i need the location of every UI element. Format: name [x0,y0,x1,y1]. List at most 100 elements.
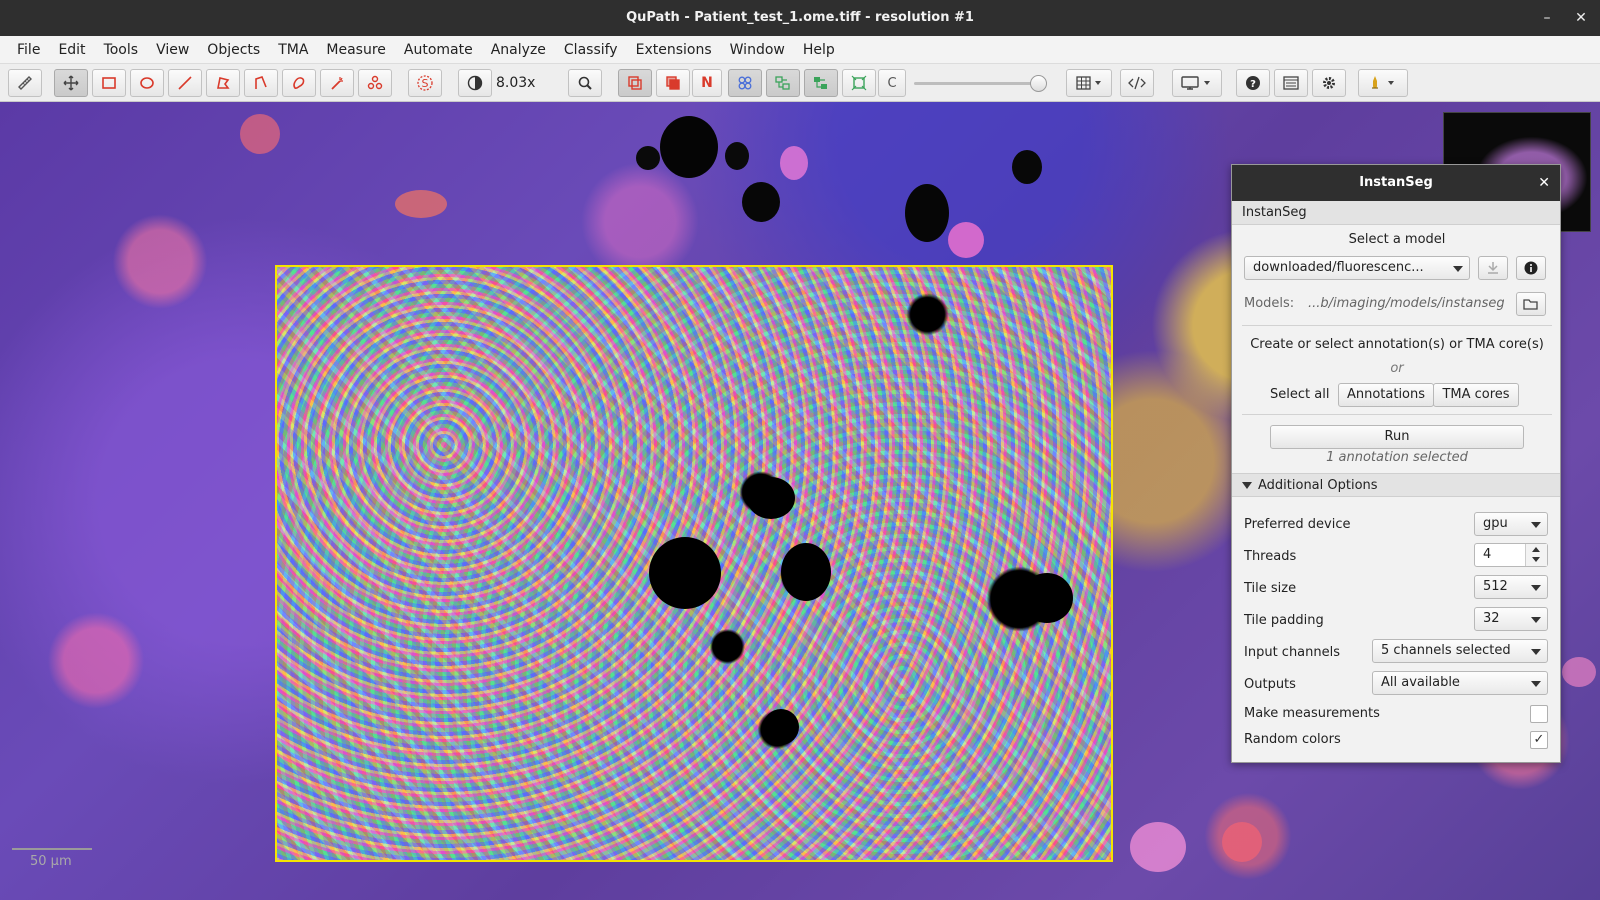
select-annotations-button[interactable]: Annotations [1338,383,1434,407]
threads-label: Threads [1244,549,1297,564]
browse-models-button[interactable] [1516,292,1546,316]
folder-icon [1523,299,1538,310]
menu-objects[interactable]: Objects [198,36,269,64]
chevron-down-icon [1242,482,1252,489]
tissue-hole [905,184,949,242]
menu-extensions[interactable]: Extensions [627,36,721,64]
tissue-spot [1562,657,1596,687]
wand-icon[interactable] [320,69,354,97]
run-button[interactable]: Run [1270,425,1524,449]
show-pixel-classification-icon[interactable] [842,69,876,97]
brush-icon[interactable] [282,69,316,97]
log-icon[interactable] [1274,69,1308,97]
close-icon[interactable]: ✕ [1538,165,1550,201]
menu-window[interactable]: Window [721,36,794,64]
window-title: QuPath - Patient_test_1.ome.tiff - resol… [626,10,974,25]
show-cell-boundaries-icon[interactable]: C [878,69,906,97]
tissue-hole [660,116,718,178]
tile-padding-label: Tile padding [1244,613,1324,628]
menu-tma[interactable]: TMA [269,36,317,64]
tissue-hole [742,182,780,222]
make-measurements-checkbox[interactable] [1530,705,1548,723]
select-model-label: Select a model [1348,232,1446,247]
models-dir-path: ...b/imaging/models/instanseg [1308,296,1504,311]
dialog-titlebar: InstanSeg ✕ [1232,165,1560,201]
threads-spinner[interactable]: 4 [1474,543,1548,567]
additional-options-header[interactable]: Additional Options [1232,473,1560,497]
menu-file[interactable]: File [8,36,49,64]
menu-edit[interactable]: Edit [49,36,94,64]
show-detections-icon[interactable] [766,69,800,97]
tissue-hole [636,146,660,170]
fill-detections-icon[interactable] [804,69,838,97]
make-measurements-label: Make measurements [1244,706,1380,721]
chevron-down-icon [1531,617,1541,623]
chevron-down-icon [1531,585,1541,591]
random-colors-label: Random colors [1244,732,1341,747]
increment-icon[interactable] [1532,547,1540,552]
tissue-spot [1222,822,1262,862]
decrement-icon[interactable] [1532,557,1540,562]
points-icon[interactable] [358,69,392,97]
ruler-icon[interactable] [8,69,42,97]
rectangle-icon[interactable] [92,69,126,97]
show-annotations-icon[interactable] [618,69,652,97]
menu-view[interactable]: View [147,36,198,64]
fill-annotations-icon[interactable] [656,69,690,97]
annotation-roi[interactable] [275,265,1113,862]
menu-classify[interactable]: Classify [555,36,627,64]
instanseg-section-header[interactable]: InstanSeg [1232,201,1560,225]
model-select[interactable]: downloaded/fluorescenc... [1244,256,1470,280]
tissue-spot [1130,822,1186,872]
outputs-value: All available [1381,675,1460,690]
zoom-level: 8.03x [496,75,536,91]
opacity-slider[interactable] [914,82,1044,85]
input-channels-select[interactable]: 5 channels selected [1372,639,1548,663]
create-select-text: Create or select annotation(s) or TMA co… [1250,337,1544,352]
close-icon[interactable]: ✕ [1566,0,1596,36]
scale-bar-label: 50 µm [30,854,72,869]
model-info-button[interactable] [1516,256,1546,280]
minimize-icon[interactable]: – [1532,0,1562,36]
chevron-down-icon [1453,266,1463,272]
polygon-icon[interactable] [206,69,240,97]
show-tma-grid-icon[interactable] [728,69,762,97]
select-tma-cores-button[interactable]: TMA cores [1433,383,1519,407]
tissue-spot [780,146,808,180]
spinner-buttons[interactable] [1525,544,1547,566]
line-icon[interactable] [168,69,202,97]
tile-size-select[interactable]: 512 [1474,575,1548,599]
outputs-select[interactable]: All available [1372,671,1548,695]
tile-size-label: Tile size [1244,581,1297,596]
menu-analyze[interactable]: Analyze [482,36,555,64]
threads-value: 4 [1483,547,1492,562]
selection-mode-icon[interactable]: S [408,69,442,97]
opacity-slider-knob[interactable] [1030,75,1047,92]
script-editor-icon[interactable] [1120,69,1154,97]
models-dir-label: Models: [1244,296,1295,311]
help-icon[interactable]: ? [1236,69,1270,97]
zoom-to-fit-icon[interactable] [568,69,602,97]
grid-icon[interactable] [1066,69,1112,97]
chevron-down-icon [1531,522,1541,528]
tile-padding-select[interactable]: 32 [1474,607,1548,631]
move-icon[interactable] [54,69,88,97]
tissue-spot [395,190,447,218]
display-icon[interactable] [1172,69,1222,97]
menu-tools[interactable]: Tools [95,36,148,64]
menu-measure[interactable]: Measure [317,36,395,64]
tissue-hole [1012,150,1042,184]
brightness-contrast-icon[interactable] [458,69,492,97]
menu-help[interactable]: Help [794,36,844,64]
preferences-icon[interactable] [1312,69,1346,97]
extensions-icon[interactable] [1358,69,1408,97]
preferred-device-select[interactable]: gpu [1474,512,1548,536]
random-colors-checkbox[interactable]: ✓ [1530,731,1548,749]
input-channels-label: Input channels [1244,645,1341,660]
tissue-hole [1021,573,1073,623]
download-model-button[interactable] [1478,256,1508,280]
polyline-icon[interactable] [244,69,278,97]
show-names-icon[interactable]: N [692,69,722,97]
ellipse-icon[interactable] [130,69,164,97]
menu-automate[interactable]: Automate [395,36,482,64]
